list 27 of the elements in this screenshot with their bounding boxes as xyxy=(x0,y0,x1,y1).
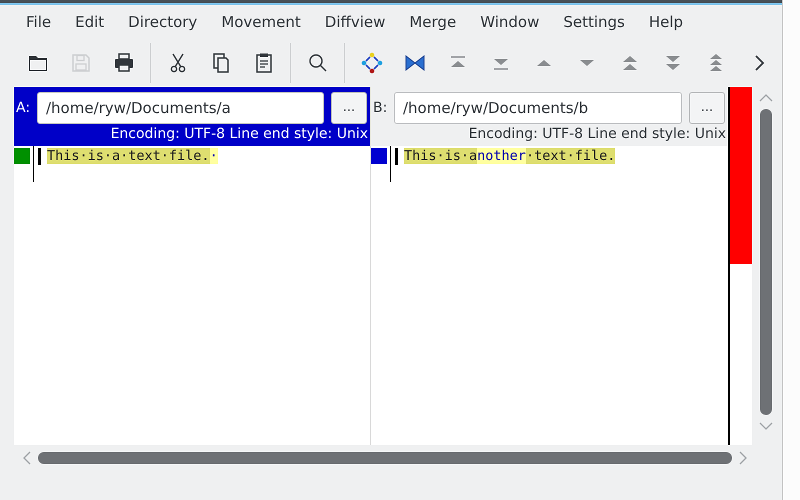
menu-item[interactable]: File xyxy=(14,8,64,36)
code-line: This·is·another·text·file. xyxy=(404,146,616,166)
scrollbar-thumb[interactable] xyxy=(38,452,732,464)
file-status-text: Encoding: UTF-8 Line end style: Unix xyxy=(468,125,727,144)
menu-item[interactable]: Window xyxy=(468,8,552,36)
browse-button[interactable]: ... xyxy=(689,92,725,124)
scroll-up-icon[interactable] xyxy=(759,93,773,103)
menu-item[interactable]: Directory xyxy=(116,8,210,36)
menu-item[interactable]: Settings xyxy=(551,8,637,36)
menu-item[interactable]: Merge xyxy=(397,8,468,36)
browse-button[interactable]: ... xyxy=(331,92,367,124)
menu-item[interactable]: Help xyxy=(636,8,696,36)
scrollbar-thumb[interactable] xyxy=(760,109,772,415)
path-field[interactable]: /home/ryw/Documents/b xyxy=(394,92,682,124)
path-field[interactable]: /home/ryw/Documents/a xyxy=(37,92,324,124)
scroll-left-icon[interactable] xyxy=(22,451,32,465)
pane-label: A: xyxy=(16,98,32,118)
code-line: This·is·a·text·file.· xyxy=(47,146,218,166)
menu-item[interactable]: Diffview xyxy=(312,8,398,36)
scroll-right-icon[interactable] xyxy=(738,451,748,465)
cursor-bar xyxy=(38,148,41,164)
menu-item[interactable]: Movement xyxy=(209,8,313,36)
file-status-text: Encoding: UTF-8 Line end style: Unix xyxy=(110,125,369,144)
pane-label: B: xyxy=(373,98,388,118)
cursor-bar xyxy=(395,148,398,164)
menu-item[interactable]: Edit xyxy=(63,8,116,36)
scroll-down-icon[interactable] xyxy=(759,421,773,431)
